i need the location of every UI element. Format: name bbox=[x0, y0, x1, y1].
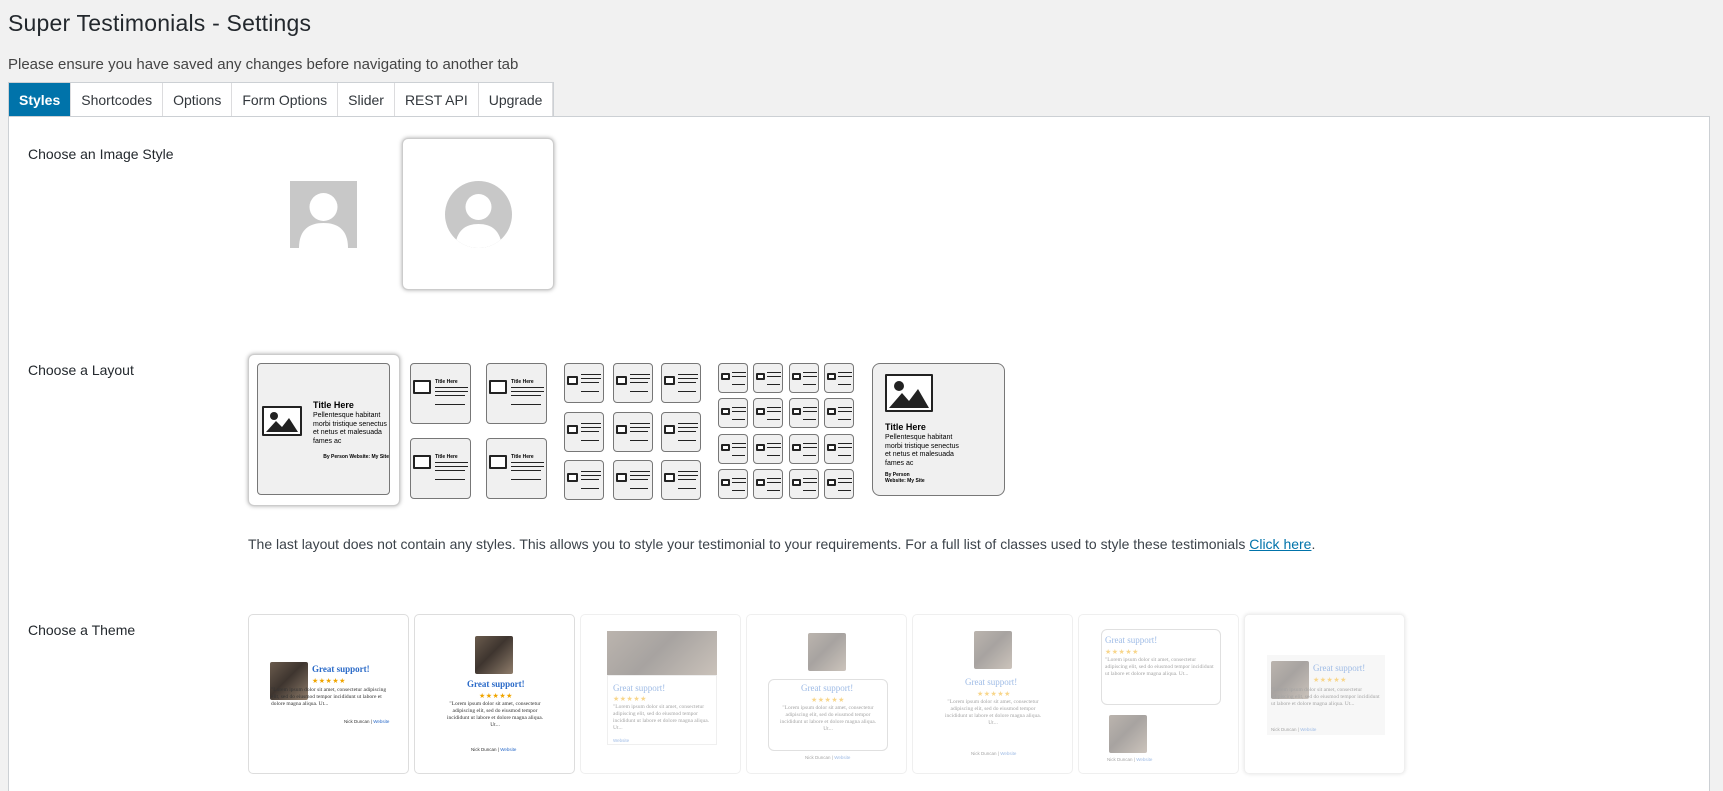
theme-author: Nick Duncan | Website bbox=[971, 751, 1017, 756]
tab-shortcodes[interactable]: Shortcodes bbox=[71, 83, 164, 117]
layout5-sample-title: Title Here bbox=[885, 422, 926, 432]
tab-slider[interactable]: Slider bbox=[338, 83, 395, 117]
theme-title: Great support! bbox=[467, 679, 525, 689]
rating-stars: ★★★★★ bbox=[479, 693, 513, 700]
theme-body: "Lorem ipsum dolor sit amet, consectetur… bbox=[779, 705, 877, 732]
circle-avatar-option[interactable] bbox=[402, 138, 554, 290]
theme-body: "Lorem ipsum dolor sit amet, consectetur… bbox=[271, 687, 387, 707]
author-photo bbox=[808, 633, 846, 671]
theme-option-6[interactable]: Great support! ★★★★★ "Lorem ipsum dolor … bbox=[1078, 614, 1239, 774]
theme-title: Great support! bbox=[965, 677, 1018, 687]
theme-title: Great support! bbox=[312, 664, 370, 674]
layout-sample-footer: By Person Website: My Site bbox=[323, 454, 389, 460]
layout-note-text: The last layout does not contain any sty… bbox=[248, 536, 1250, 552]
rating-stars: ★★★★★ bbox=[613, 696, 647, 703]
layout5-sample-body: Pellentesque habitant morbi tristique se… bbox=[885, 434, 959, 467]
theme-option-3[interactable]: Great support! ★★★★★ "Lorem ipsum dolor … bbox=[580, 614, 741, 774]
rating-stars: ★★★★★ bbox=[811, 697, 845, 704]
rating-stars: ★★★★★ bbox=[312, 678, 346, 685]
theme-title: Great support! bbox=[801, 683, 854, 693]
user-circle-icon bbox=[445, 181, 512, 248]
theme-body: "Lorem ipsum dolor sit amet, consectetur… bbox=[1105, 657, 1214, 677]
author-photo bbox=[974, 631, 1012, 669]
layout-sample-title: Title Here bbox=[313, 400, 354, 410]
layout5-sample-website: Website: My Site bbox=[885, 478, 925, 484]
layout-option-4[interactable] bbox=[718, 363, 858, 503]
theme-title: Great support! bbox=[1105, 635, 1158, 645]
theme-author: Nick Duncan | Website bbox=[1107, 757, 1153, 762]
theme-body: "Lorem ipsum dolor sit amet, consectetur… bbox=[944, 699, 1042, 726]
theme-author: Nick Duncan | Website bbox=[344, 719, 390, 724]
theme-title: Great support! bbox=[1313, 663, 1366, 673]
author-photo bbox=[475, 636, 513, 674]
square-avatar-option[interactable] bbox=[290, 181, 357, 248]
user-silhouette-icon bbox=[299, 193, 348, 248]
author-photo bbox=[607, 631, 717, 679]
theme-author: Nick Duncan | Website bbox=[471, 747, 517, 752]
layout-label: Choose a Layout bbox=[28, 362, 134, 378]
tab-options[interactable]: Options bbox=[163, 83, 233, 117]
theme-option-1[interactable]: Great support! ★★★★★ "Lorem ipsum dolor … bbox=[248, 614, 409, 774]
page-title: Super Testimonials - Settings bbox=[8, 10, 312, 36]
image-icon bbox=[885, 374, 933, 412]
layout-note: The last layout does not contain any sty… bbox=[248, 536, 1315, 552]
settings-tabs: Styles Shortcodes Options Form Options S… bbox=[8, 82, 555, 117]
rating-stars: ★★★★★ bbox=[1313, 677, 1347, 684]
theme-author: Nick Duncan | Website bbox=[805, 755, 851, 760]
theme-author: Nick Duncan | Website bbox=[1271, 727, 1317, 732]
rating-stars: ★★★★★ bbox=[977, 691, 1011, 698]
theme-body: "Lorem ipsum dolor sit amet, consectetur… bbox=[613, 704, 710, 731]
classes-link[interactable]: Click here bbox=[1249, 536, 1311, 552]
theme-body: "Lorem ipsum dolor sit amet, consectetur… bbox=[446, 701, 544, 728]
theme-website: Website bbox=[613, 738, 630, 743]
image-icon bbox=[262, 406, 302, 436]
save-notice: Please ensure you have saved any changes… bbox=[8, 56, 519, 73]
layout-option-3[interactable] bbox=[564, 363, 704, 503]
layout-option-1[interactable]: Title Here Pellentesque habitant morbi t… bbox=[248, 354, 400, 506]
theme-option-5[interactable]: Great support! ★★★★★ "Lorem ipsum dolor … bbox=[912, 614, 1073, 774]
tab-rest-api[interactable]: REST API bbox=[394, 83, 479, 117]
layout-note-end: . bbox=[1311, 536, 1316, 552]
author-photo bbox=[1109, 715, 1147, 753]
theme-option-7[interactable]: Great support! ★★★★★ "Lorem ipsum dolor … bbox=[1244, 614, 1405, 774]
tab-upgrade[interactable]: Upgrade bbox=[478, 83, 554, 117]
rating-stars: ★★★★★ bbox=[1105, 649, 1139, 656]
theme-body: "Lorem ipsum dolor sit amet, consectetur… bbox=[1271, 687, 1380, 707]
theme-label: Choose a Theme bbox=[28, 622, 136, 638]
layout-sample-body: Pellentesque habitant morbi tristique se… bbox=[313, 412, 387, 445]
tab-styles[interactable]: Styles bbox=[9, 83, 72, 117]
theme-option-4[interactable]: Great support! ★★★★★ "Lorem ipsum dolor … bbox=[746, 614, 907, 774]
layout-option-2[interactable]: Title Here Title Here Title Here Title H… bbox=[410, 363, 550, 503]
tab-form-options[interactable]: Form Options bbox=[232, 83, 339, 117]
theme-title: Great support! bbox=[613, 683, 666, 693]
theme-option-2[interactable]: Great support! ★★★★★ "Lorem ipsum dolor … bbox=[414, 614, 575, 774]
layout-option-5[interactable]: Title Here Pellentesque habitant morbi t… bbox=[872, 363, 1006, 497]
image-style-label: Choose an Image Style bbox=[28, 146, 174, 162]
